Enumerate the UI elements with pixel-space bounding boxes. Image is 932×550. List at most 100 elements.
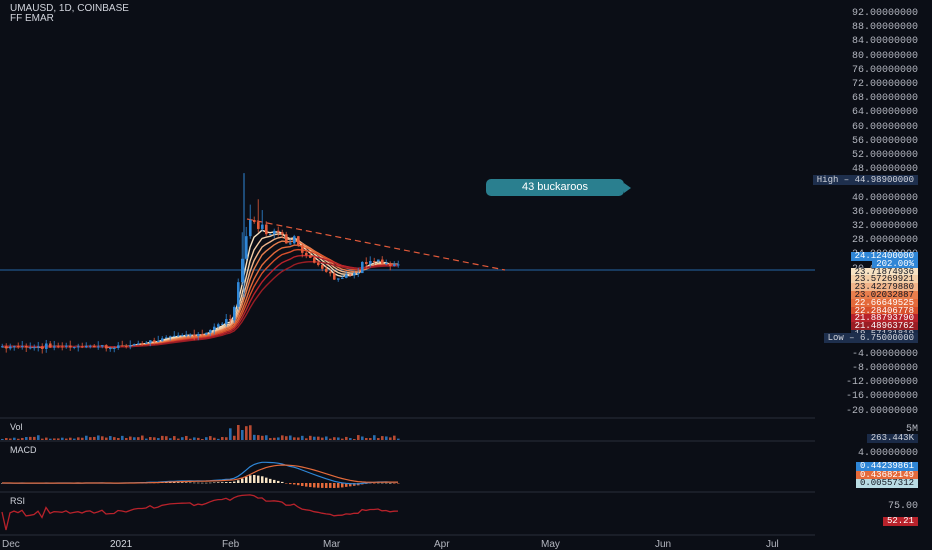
rsi-axis-label: 75.00 [887,501,918,512]
macd-histogram-bar [385,482,388,484]
volume-bar [221,437,224,440]
volume-bar [309,435,312,440]
ema-line [1,229,399,349]
volume-bar [261,435,264,440]
candle-body [329,271,332,274]
volume-bar [273,437,276,440]
indicator-title: FF EMAR [10,13,54,24]
volume-bar [373,435,376,440]
candle-body [181,335,184,337]
candle-body [37,346,40,348]
price-axis-label: 92.00000000 [851,8,918,19]
volume-bar [241,429,244,440]
candle-body [193,334,196,336]
volume-bar [29,436,32,440]
price-axis-label: 76.00000000 [851,64,918,76]
macd-histogram-bar [197,482,200,484]
candle-body [65,345,68,347]
candle-body [305,252,308,256]
candle-body [77,346,80,348]
volume-bar [341,438,344,440]
candle-body [289,243,292,245]
macd-histogram-bar [237,480,240,483]
candle-body [113,347,116,349]
candle-body [249,219,252,237]
time-axis-label: Jul [766,539,779,550]
volume-bar [65,438,68,440]
candle-body [201,334,204,336]
volume-bar [93,436,96,440]
candle-body [57,346,60,348]
volume-bar [397,438,400,440]
volume-bar [289,435,292,440]
volume-bar [293,437,296,440]
volume-bar [253,434,256,440]
candle-body [361,262,364,274]
macd-histogram-bar [201,482,204,484]
volume-bar [25,437,28,440]
candle-body [229,319,232,321]
price-axis-label: -16.00000000 [845,391,918,403]
candle-body [301,245,304,253]
candle-body [17,346,20,348]
macd-histogram-bar [185,482,188,483]
annotation-bubble[interactable]: 43 buckaroos [486,179,631,196]
candle-body [325,268,328,272]
ema-ribbon [1,229,399,349]
volume-bar [365,438,368,440]
candle-body [177,335,180,337]
volume-bar [105,437,108,440]
rsi-plot [1,494,399,531]
chart-canvas[interactable] [0,0,932,550]
macd-axis-label: 4.00000000 [857,448,918,459]
candle-body [197,334,200,336]
macd-histogram-bar [397,483,400,484]
candle-body [321,264,324,269]
volume-bar [193,437,196,440]
volume-bar [217,438,220,440]
macd-histogram-bar [221,482,224,483]
macd-histogram-bar [341,483,344,488]
candle-body [217,324,220,327]
volume-bar [41,438,44,440]
candle-body [161,338,164,341]
time-axis-label: Feb [222,539,240,550]
volume-bar [213,437,216,440]
macd-histogram-bar [257,475,260,483]
candle-body [69,345,72,348]
volume-bar [89,437,92,440]
volume-bars [1,424,400,440]
time-axis-label: May [541,539,560,550]
volume-bar [85,435,88,440]
volume-bar [17,438,20,440]
candle-body [81,346,84,348]
volume-bar [37,435,40,440]
vol-tag: 263.443K [866,434,918,443]
volume-bar [113,437,116,440]
low-marker: Low – 6.75000000 [823,333,918,343]
volume-bar [233,435,236,440]
macd-histogram-bar [233,481,236,483]
candle-body [45,343,48,349]
time-axis-label: Mar [323,539,341,550]
price-axis-label: 72.00000000 [851,79,918,90]
macd-histogram-bar [321,483,324,488]
volume-bar [177,438,180,440]
volume-bar [185,435,188,440]
macd-histogram-bar [193,482,196,484]
candle-body [245,236,248,259]
volume-bar [69,437,72,440]
candle-body [357,273,360,275]
chart-window: UMAUSD, 1D, COINBASE FF EMAR Vol MACD RS… [0,0,932,550]
candle-body [129,345,132,347]
candle-body [205,332,208,335]
price-axis-label: 88.00000000 [851,22,918,34]
candle-body [365,262,368,264]
candle-body [353,273,356,276]
candle-body [253,219,256,223]
candle-body [173,335,176,337]
macd-histogram-bar [337,483,340,488]
volume-bar [265,435,268,440]
macd-histogram-bar [225,482,228,483]
macd-histogram-bar [381,482,384,484]
